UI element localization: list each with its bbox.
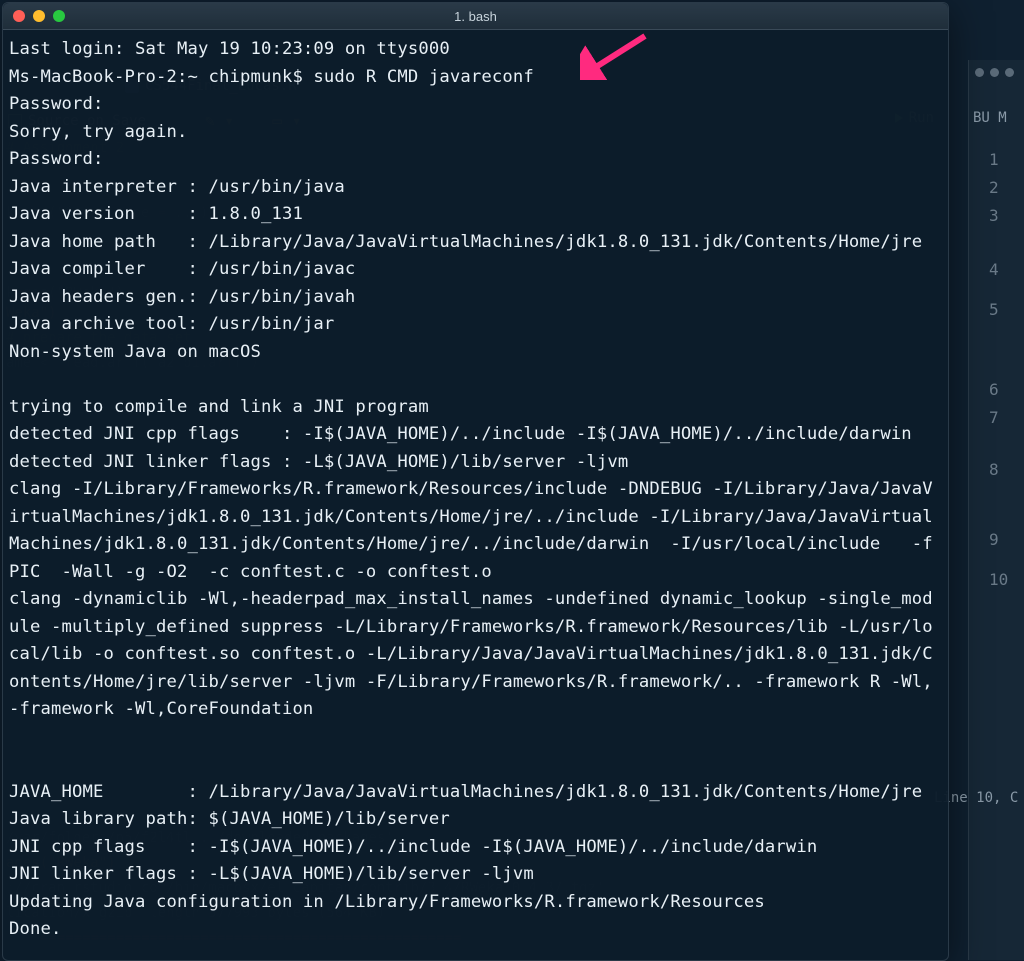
desktop-backdrop: CS544Final_Lucas.R Source on Save ✎ ▾ ▭ … — [0, 0, 1024, 961]
right-panel-ghost: BU M 1 2 3 4 5 6 7 8 9 10 Line 10, C — [968, 60, 1024, 960]
right-tab-label: BU M — [973, 110, 1007, 126]
terminal-window[interactable]: 1. bash Last login: Sat May 19 10:23:09 … — [2, 2, 949, 961]
line-number: 1 — [989, 150, 999, 169]
line-number: 6 — [989, 380, 999, 399]
line-number: 3 — [989, 206, 999, 225]
line-number: 7 — [989, 408, 999, 427]
line-number: 8 — [989, 460, 999, 479]
titlebar[interactable]: 1. bash — [3, 3, 948, 30]
line-number: 10 — [989, 570, 1008, 589]
line-number: 9 — [989, 530, 999, 549]
line-number: 4 — [989, 260, 999, 279]
window-title: 1. bash — [3, 9, 948, 24]
terminal-body[interactable]: Last login: Sat May 19 10:23:09 on ttys0… — [3, 30, 948, 944]
panel-traffic-ghost — [975, 68, 1014, 77]
line-number: 5 — [989, 300, 999, 319]
line-number: 2 — [989, 178, 999, 197]
